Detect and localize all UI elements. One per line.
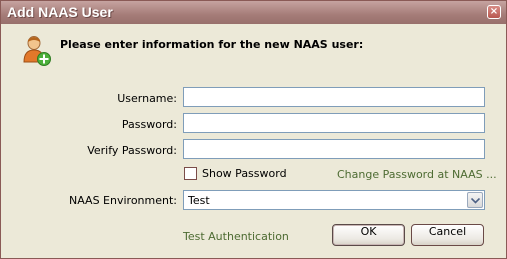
title-bar[interactable]: Add NAAS User ×	[1, 1, 506, 24]
close-button[interactable]: ×	[487, 5, 501, 19]
password-label: Password:	[121, 118, 177, 131]
cancel-button[interactable]: Cancel	[411, 224, 484, 246]
show-password-checkbox[interactable]	[184, 167, 197, 180]
verify-password-field[interactable]	[183, 139, 485, 159]
window-title: Add NAAS User	[7, 4, 113, 20]
ok-button[interactable]: OK	[332, 224, 405, 246]
add-naas-user-dialog: Add NAAS User × Please enter information…	[0, 0, 507, 259]
user-add-icon	[23, 36, 51, 66]
change-password-link[interactable]: Change Password at NAAS ...	[337, 168, 497, 181]
instruction-heading: Please enter information for the new NAA…	[60, 38, 364, 51]
username-label: Username:	[117, 92, 177, 105]
naas-environment-label: NAAS Environment:	[68, 194, 177, 207]
naas-environment-select[interactable]: Test	[183, 190, 485, 210]
dropdown-button[interactable]	[467, 192, 483, 208]
show-password-label[interactable]: Show Password	[202, 167, 287, 180]
dialog-body: Please enter information for the new NAA…	[2, 24, 505, 257]
naas-environment-value: Test	[188, 194, 210, 207]
password-field[interactable]	[183, 113, 485, 133]
username-field[interactable]	[183, 87, 485, 107]
verify-password-label: Verify Password:	[87, 144, 177, 157]
chevron-down-icon	[471, 198, 480, 204]
test-authentication-link[interactable]: Test Authentication	[183, 230, 289, 243]
close-icon: ×	[489, 6, 499, 17]
